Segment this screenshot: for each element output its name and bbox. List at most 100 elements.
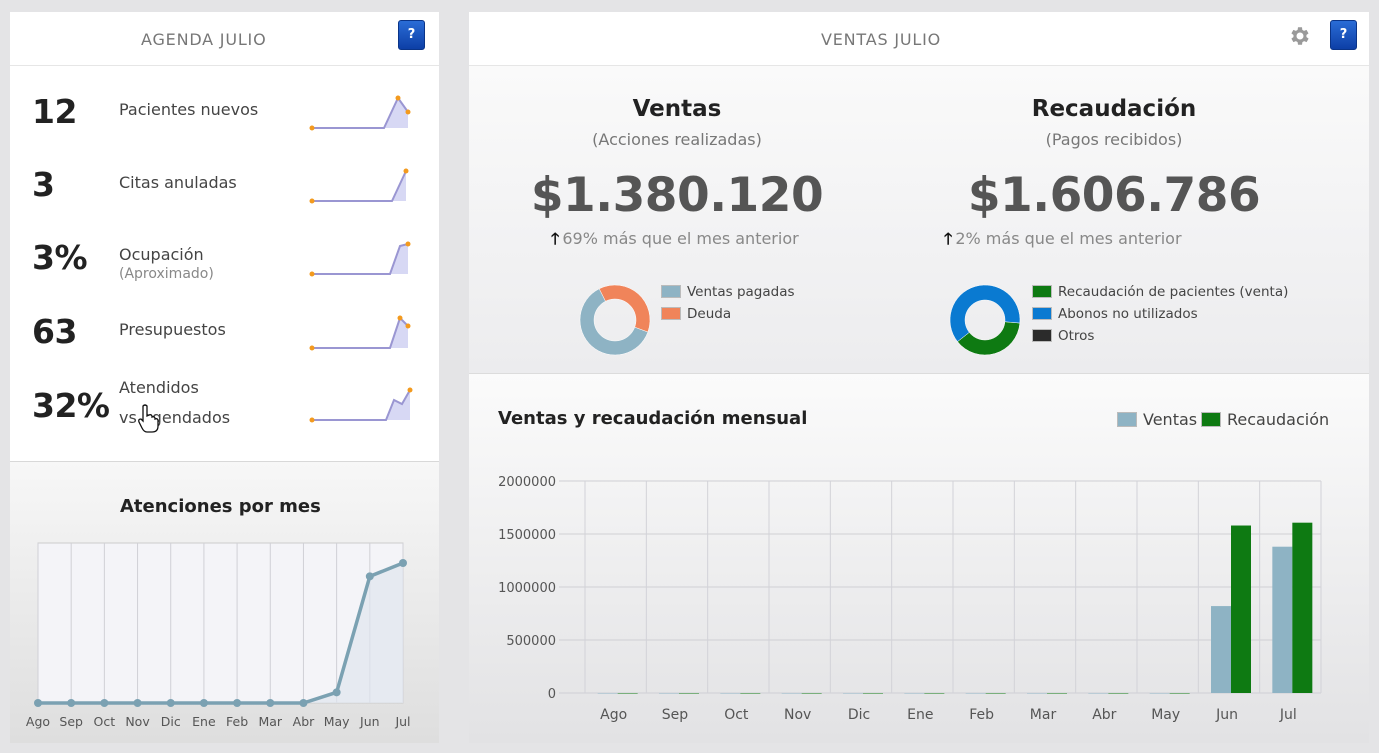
bar <box>1272 546 1293 693</box>
agenda-panel: AGENDA JULIO ? 12 Pacientes nuevos 3 Cit… <box>10 12 439 743</box>
sparkline-presupuestos <box>309 315 411 351</box>
stat-value: 3% <box>32 238 88 277</box>
data-point <box>199 699 208 707</box>
data-point <box>133 699 142 707</box>
atenciones-line-chart: Ago Sep Oct Nov Dic Ene Feb Mar Abr May Jun Jul <box>26 542 411 729</box>
bar <box>924 693 945 694</box>
bar <box>843 693 863 694</box>
recaudacion-donut-chart <box>949 284 1021 356</box>
bar <box>1088 693 1109 694</box>
x-tick-label: Feb <box>226 714 248 729</box>
data-point <box>266 699 275 707</box>
kpi-section: Ventas (Acciones realizadas) $1.380.120 … <box>469 66 1369 374</box>
x-tick-label: Abr <box>293 714 315 729</box>
bar <box>863 693 883 694</box>
x-tick-label: Sep <box>662 707 689 723</box>
legend-abonos: Abonos no utilizados <box>1032 306 1198 322</box>
swatch <box>1032 307 1052 320</box>
legend-label: Otros <box>1058 328 1095 344</box>
legend-deuda: Deuda <box>661 306 731 322</box>
ventas-delta-text: 69% más que el mes anterior <box>562 229 799 248</box>
sparkline-pacientes <box>309 95 411 131</box>
x-tick-label: Ago <box>600 707 627 723</box>
stat-value: 12 <box>32 92 77 131</box>
y-tick-label: 2000000 <box>498 475 556 490</box>
stat-value: 32% <box>32 386 110 425</box>
donut-slice <box>957 321 1021 356</box>
ventas-header: VENTAS JULIO ? <box>469 12 1369 66</box>
stat-row-ocupacion[interactable]: 3% Ocupación (Aproximado) <box>10 228 439 288</box>
stat-label: Citas anuladas <box>119 173 237 192</box>
bar <box>1047 693 1067 694</box>
legend-label: Ventas pagadas <box>687 284 795 300</box>
x-tick-label: Jun <box>1215 707 1238 723</box>
sparkline-citas <box>309 168 409 204</box>
bar <box>617 693 638 694</box>
y-tick-label: 1000000 <box>498 581 556 596</box>
stat-value: 3 <box>32 165 55 204</box>
stat-sublabel: (Aproximado) <box>119 266 214 282</box>
bar <box>679 693 699 694</box>
stat-label: Ocupación <box>119 245 204 264</box>
ventas-help-button[interactable]: ? <box>1330 20 1357 50</box>
x-tick-label: Dic <box>161 714 181 729</box>
x-tick-label: Jul <box>394 714 410 729</box>
data-point <box>100 699 109 707</box>
bar <box>781 693 802 694</box>
agenda-help-button[interactable]: ? <box>398 20 425 50</box>
sparkline-ocupacion <box>309 241 411 277</box>
bar <box>659 693 679 694</box>
y-tick-label: 500000 <box>506 634 556 649</box>
legend-label: Abonos no utilizados <box>1058 306 1198 322</box>
bar <box>1149 693 1170 694</box>
sparkline-atendidos <box>309 387 413 423</box>
recaudacion-kpi-delta: 🡑 2% más que el mes anterior <box>944 228 1182 255</box>
data-point <box>399 559 407 567</box>
recaudacion-kpi-value: $1.606.786 <box>967 168 1261 223</box>
ventas-title: VENTAS JULIO <box>821 30 941 49</box>
data-point <box>365 572 374 581</box>
x-tick-label: Abr <box>1092 707 1116 723</box>
x-tick-label: Mar <box>1030 707 1057 723</box>
bar <box>1027 693 1047 694</box>
stat-label: Presupuestos <box>119 320 226 339</box>
bar <box>1231 525 1251 693</box>
x-tick-label: Oct <box>724 707 749 723</box>
data-point <box>332 688 341 697</box>
data-point <box>166 699 175 707</box>
y-tick-label: 1500000 <box>498 528 556 543</box>
x-tick-label: Feb <box>969 707 994 723</box>
legend-otros: Otros <box>1032 328 1094 344</box>
bar <box>1292 522 1313 693</box>
data-point <box>67 699 76 707</box>
donut-slice <box>598 284 651 333</box>
x-tick-label: Dic <box>848 707 870 723</box>
stat-label: Pacientes nuevos <box>119 100 259 119</box>
bar <box>1211 606 1231 693</box>
atenciones-section: Atenciones por mes Ago Sep Oct Nov Dic Ene Feb… <box>10 461 439 743</box>
legend-label: Recaudación de pacientes (venta) <box>1058 284 1289 300</box>
ventas-kpi-delta: 🡑 69% más que el mes anterior <box>551 228 799 255</box>
swatch <box>661 307 681 320</box>
x-tick-label: Jun <box>359 714 380 729</box>
stat-row-pacientes[interactable]: 12 Pacientes nuevos <box>10 82 439 142</box>
swatch <box>1032 329 1052 342</box>
x-tick-label: Ago <box>26 714 50 729</box>
bar <box>1169 693 1190 694</box>
ventas-panel: VENTAS JULIO ? Ventas (Acciones realizad… <box>469 12 1369 743</box>
bar <box>1108 693 1129 694</box>
legend-ventas-pagadas: Ventas pagadas <box>661 284 795 300</box>
stat-row-citas[interactable]: 3 Citas anuladas <box>10 155 439 215</box>
x-tick-label: Nov <box>784 707 811 723</box>
stat-sublabel: vs agendados <box>119 408 231 427</box>
stat-value: 63 <box>32 312 77 351</box>
ventas-kpi-value: $1.380.120 <box>530 168 824 223</box>
stat-label: Atendidos <box>119 378 199 397</box>
bar <box>904 693 925 694</box>
gear-icon[interactable] <box>1287 24 1311 48</box>
stat-row-presupuestos[interactable]: 63 Presupuestos <box>10 302 439 362</box>
stat-row-atendidos[interactable]: 32% Atendidos vs agendados <box>10 376 439 436</box>
recaudacion-kpi-title: Recaudación <box>1031 96 1197 122</box>
hand-cursor-icon <box>138 404 159 433</box>
arrow-up-icon: 🡑 <box>944 229 953 248</box>
